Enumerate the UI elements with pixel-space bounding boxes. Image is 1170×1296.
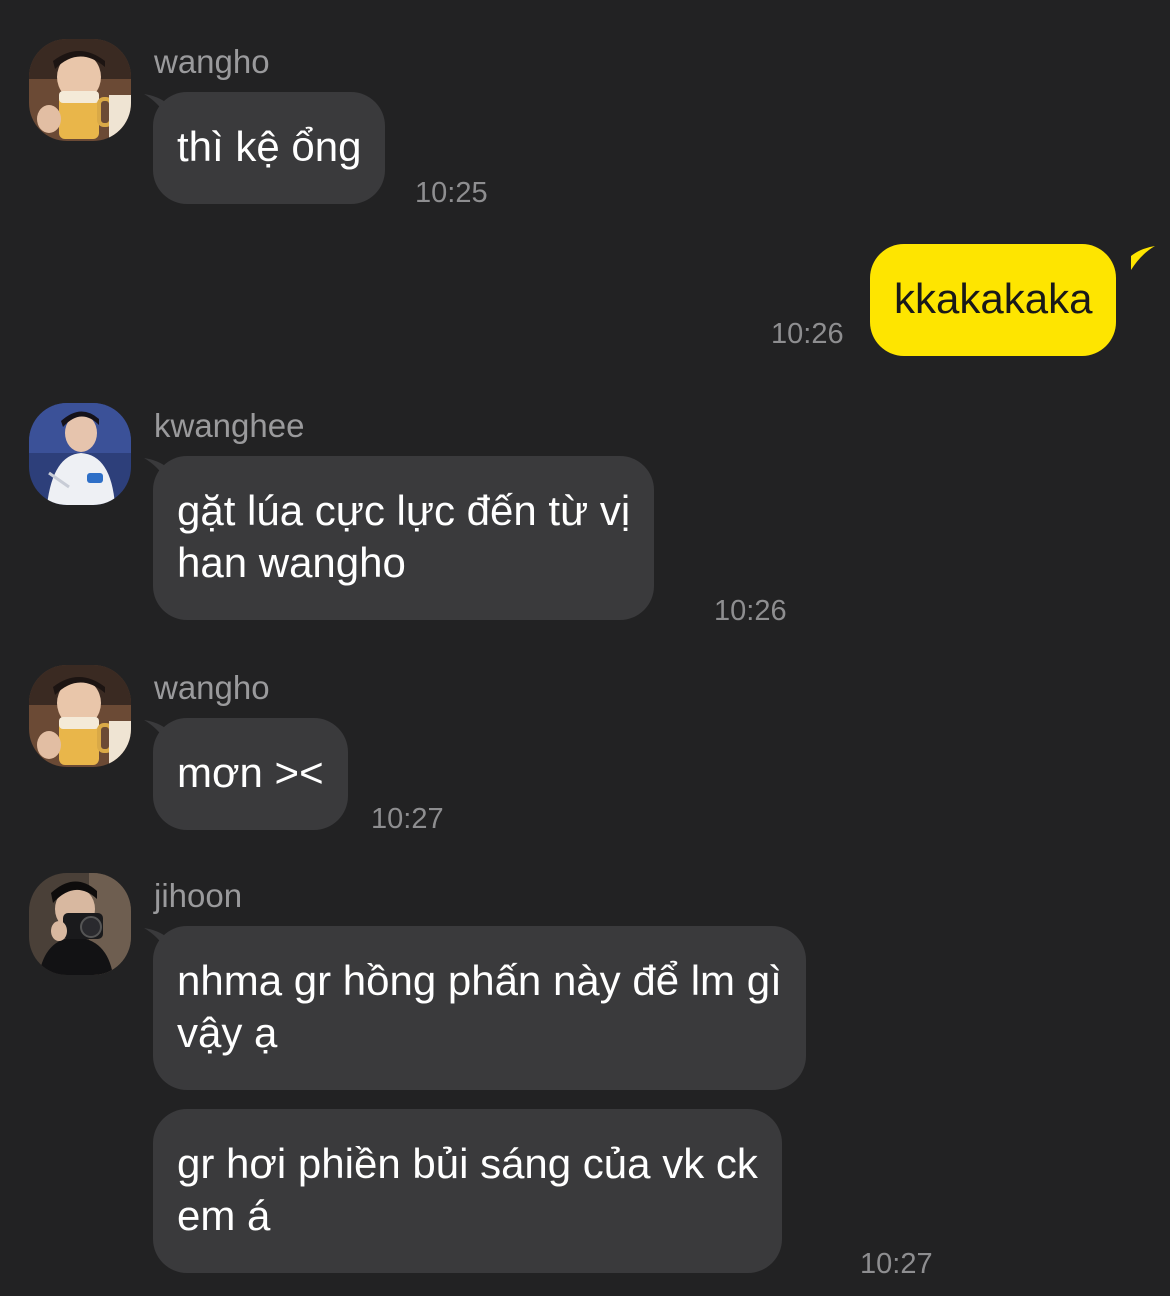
message-bubble[interactable]: gặt lúa cực lực đến từ vị han wangho: [153, 456, 655, 620]
outgoing-message-bubble[interactable]: kkakakaka: [870, 244, 1117, 356]
message-text: em á: [177, 1192, 271, 1239]
message-bubble[interactable]: gr hơi phiền bủi sáng của vk ck em á: [153, 1109, 782, 1273]
message-timestamp: 10:26: [771, 318, 844, 350]
sender-name: kwanghee: [154, 407, 305, 444]
message-text: gặt lúa cực lực đến từ vị: [177, 487, 631, 534]
message-text: han wangho: [177, 539, 406, 586]
message-timestamp: 10:27: [371, 803, 444, 835]
message-text: kkakakaka: [894, 275, 1093, 322]
message-text: nhma gr hồng phấn này để lm gì: [177, 957, 782, 1004]
message-bubble[interactable]: mơn ><: [153, 718, 348, 830]
chat-message-list: wangho thì kệ ổng 10:25 10:26 kkakakaka …: [0, 0, 1170, 1296]
message-timestamp: 10:25: [415, 177, 488, 209]
avatar-kwanghee[interactable]: [29, 403, 131, 505]
bubble-tail: [1131, 246, 1155, 270]
sender-name: jihoon: [154, 877, 243, 914]
message-timestamp: 10:26: [714, 595, 787, 627]
camera-portrait-icon: [29, 873, 131, 975]
message-text: vậy ạ: [177, 1009, 278, 1056]
avatar-wangho[interactable]: [29, 39, 131, 141]
avatar-jihoon[interactable]: [29, 873, 131, 975]
white-hoodie-portrait-icon: [29, 403, 131, 505]
beer-glass-portrait-icon: [29, 665, 131, 767]
message-bubble[interactable]: thì kệ ổng: [153, 92, 386, 204]
sender-name: wangho: [154, 669, 270, 706]
message-timestamp: 10:27: [860, 1248, 933, 1280]
message-text: gr hơi phiền bủi sáng của vk ck: [177, 1140, 758, 1187]
sender-name: wangho: [154, 43, 270, 80]
message-text: mơn ><: [177, 749, 324, 796]
avatar-wangho[interactable]: [29, 665, 131, 767]
message-text: thì kệ ổng: [177, 123, 362, 170]
beer-glass-portrait-icon: [29, 39, 131, 141]
message-bubble[interactable]: nhma gr hồng phấn này để lm gì vậy ạ: [153, 926, 806, 1090]
